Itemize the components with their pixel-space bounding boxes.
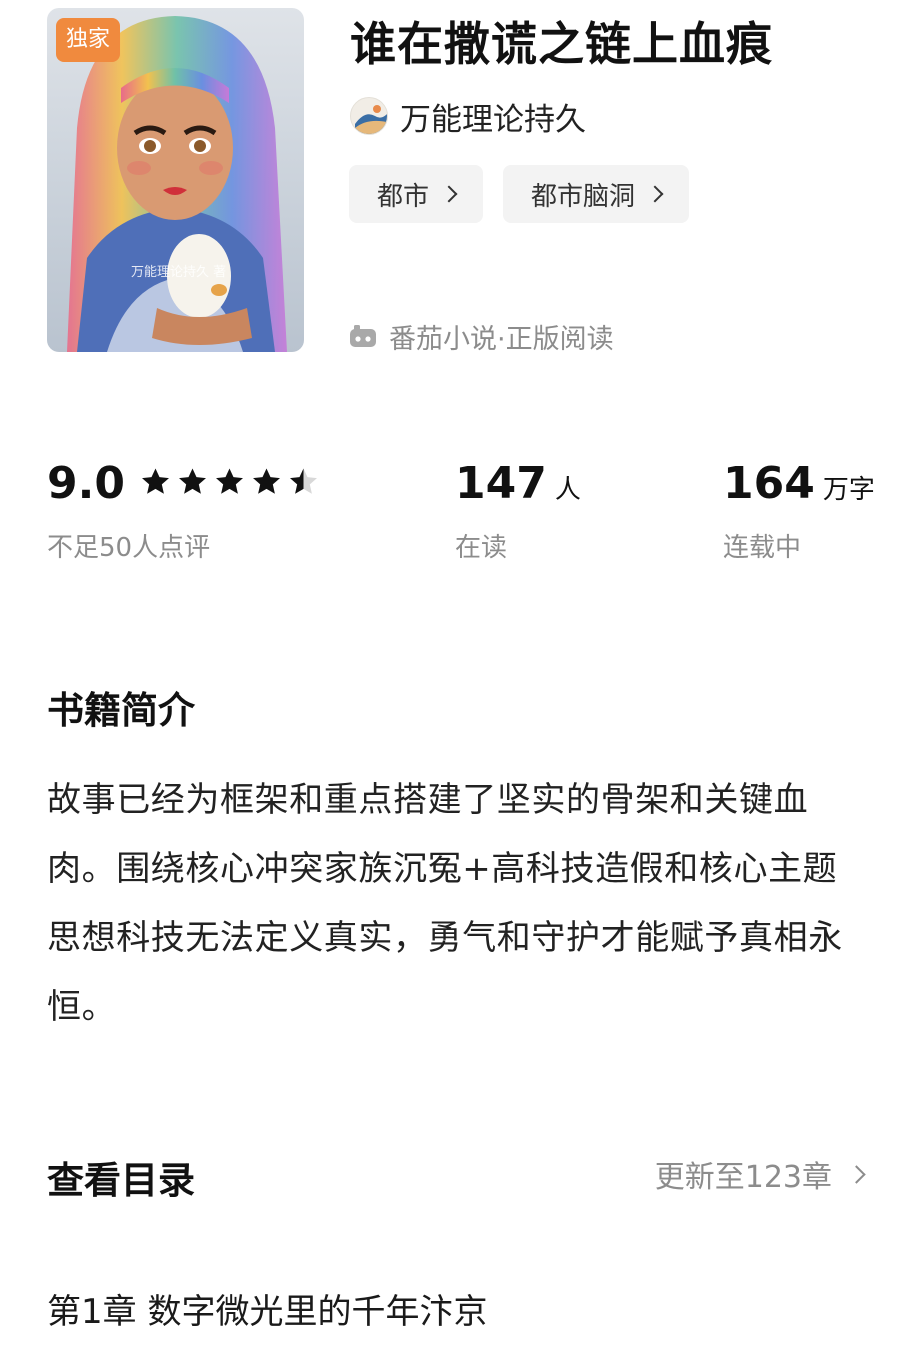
tag-list: 都市 都市脑洞	[349, 165, 690, 223]
author-row[interactable]: 万能理论持久	[350, 96, 586, 138]
tag-label: 都市脑洞	[531, 181, 636, 212]
author-name: 万能理论持久	[400, 101, 586, 138]
author-avatar	[350, 97, 388, 135]
author-avatar-icon	[355, 105, 387, 134]
chevron-right-icon	[440, 185, 458, 203]
catalog-link[interactable]: 更新至123章	[654, 1152, 866, 1196]
catalog-update-status: 更新至123章	[654, 1160, 832, 1195]
star-icon	[141, 468, 169, 494]
chapter-item[interactable]: 第1章 数字微光里的千年汴京	[47, 1284, 487, 1333]
exclusive-badge: 独家	[56, 18, 121, 62]
tag-chip[interactable]: 都市	[349, 165, 484, 223]
words-value: 164	[723, 458, 815, 509]
book-cover[interactable]: 独家 万能理论持久 著	[47, 8, 304, 352]
source-row: 番茄小说·正版阅读	[349, 318, 614, 355]
words-unit: 万字	[822, 475, 875, 505]
readers-label: 在读	[455, 533, 508, 563]
serial-status: 连载中	[723, 533, 802, 563]
star-icon	[178, 468, 206, 494]
chevron-right-icon	[646, 185, 664, 203]
readers-stat: 147 人 在读	[455, 458, 581, 564]
readers-unit: 人	[554, 475, 581, 505]
star-icon	[215, 468, 243, 494]
readers-value: 147	[455, 458, 547, 509]
chevron-right-icon	[847, 1164, 866, 1184]
book-title: 谁在撒谎之链上血痕	[350, 17, 773, 71]
tomato-novel-icon	[350, 325, 376, 347]
intro-text[interactable]: 故事已经为框架和重点搭建了坚实的骨架和关键血肉。围绕核心冲突家族沉冤+高科技造假…	[47, 766, 871, 1042]
rating-label: 不足50人点评	[47, 533, 211, 563]
rating-value: 9.0	[47, 458, 125, 509]
tag-label: 都市	[377, 181, 430, 212]
catalog-heading[interactable]: 查看目录	[47, 1150, 195, 1204]
rating-stat[interactable]: 9.0 不足50人点评	[47, 458, 320, 564]
star-icon	[252, 468, 280, 494]
words-stat: 164 万字 连载中	[723, 458, 875, 564]
half-star-icon	[289, 468, 317, 494]
rating-stars	[139, 465, 320, 498]
source-label: 番茄小说·正版阅读	[389, 323, 614, 355]
cover-author-watermark: 万能理论持久 著	[131, 265, 227, 280]
tag-chip[interactable]: 都市脑洞	[503, 165, 690, 223]
intro-heading: 书籍简介	[47, 689, 195, 732]
